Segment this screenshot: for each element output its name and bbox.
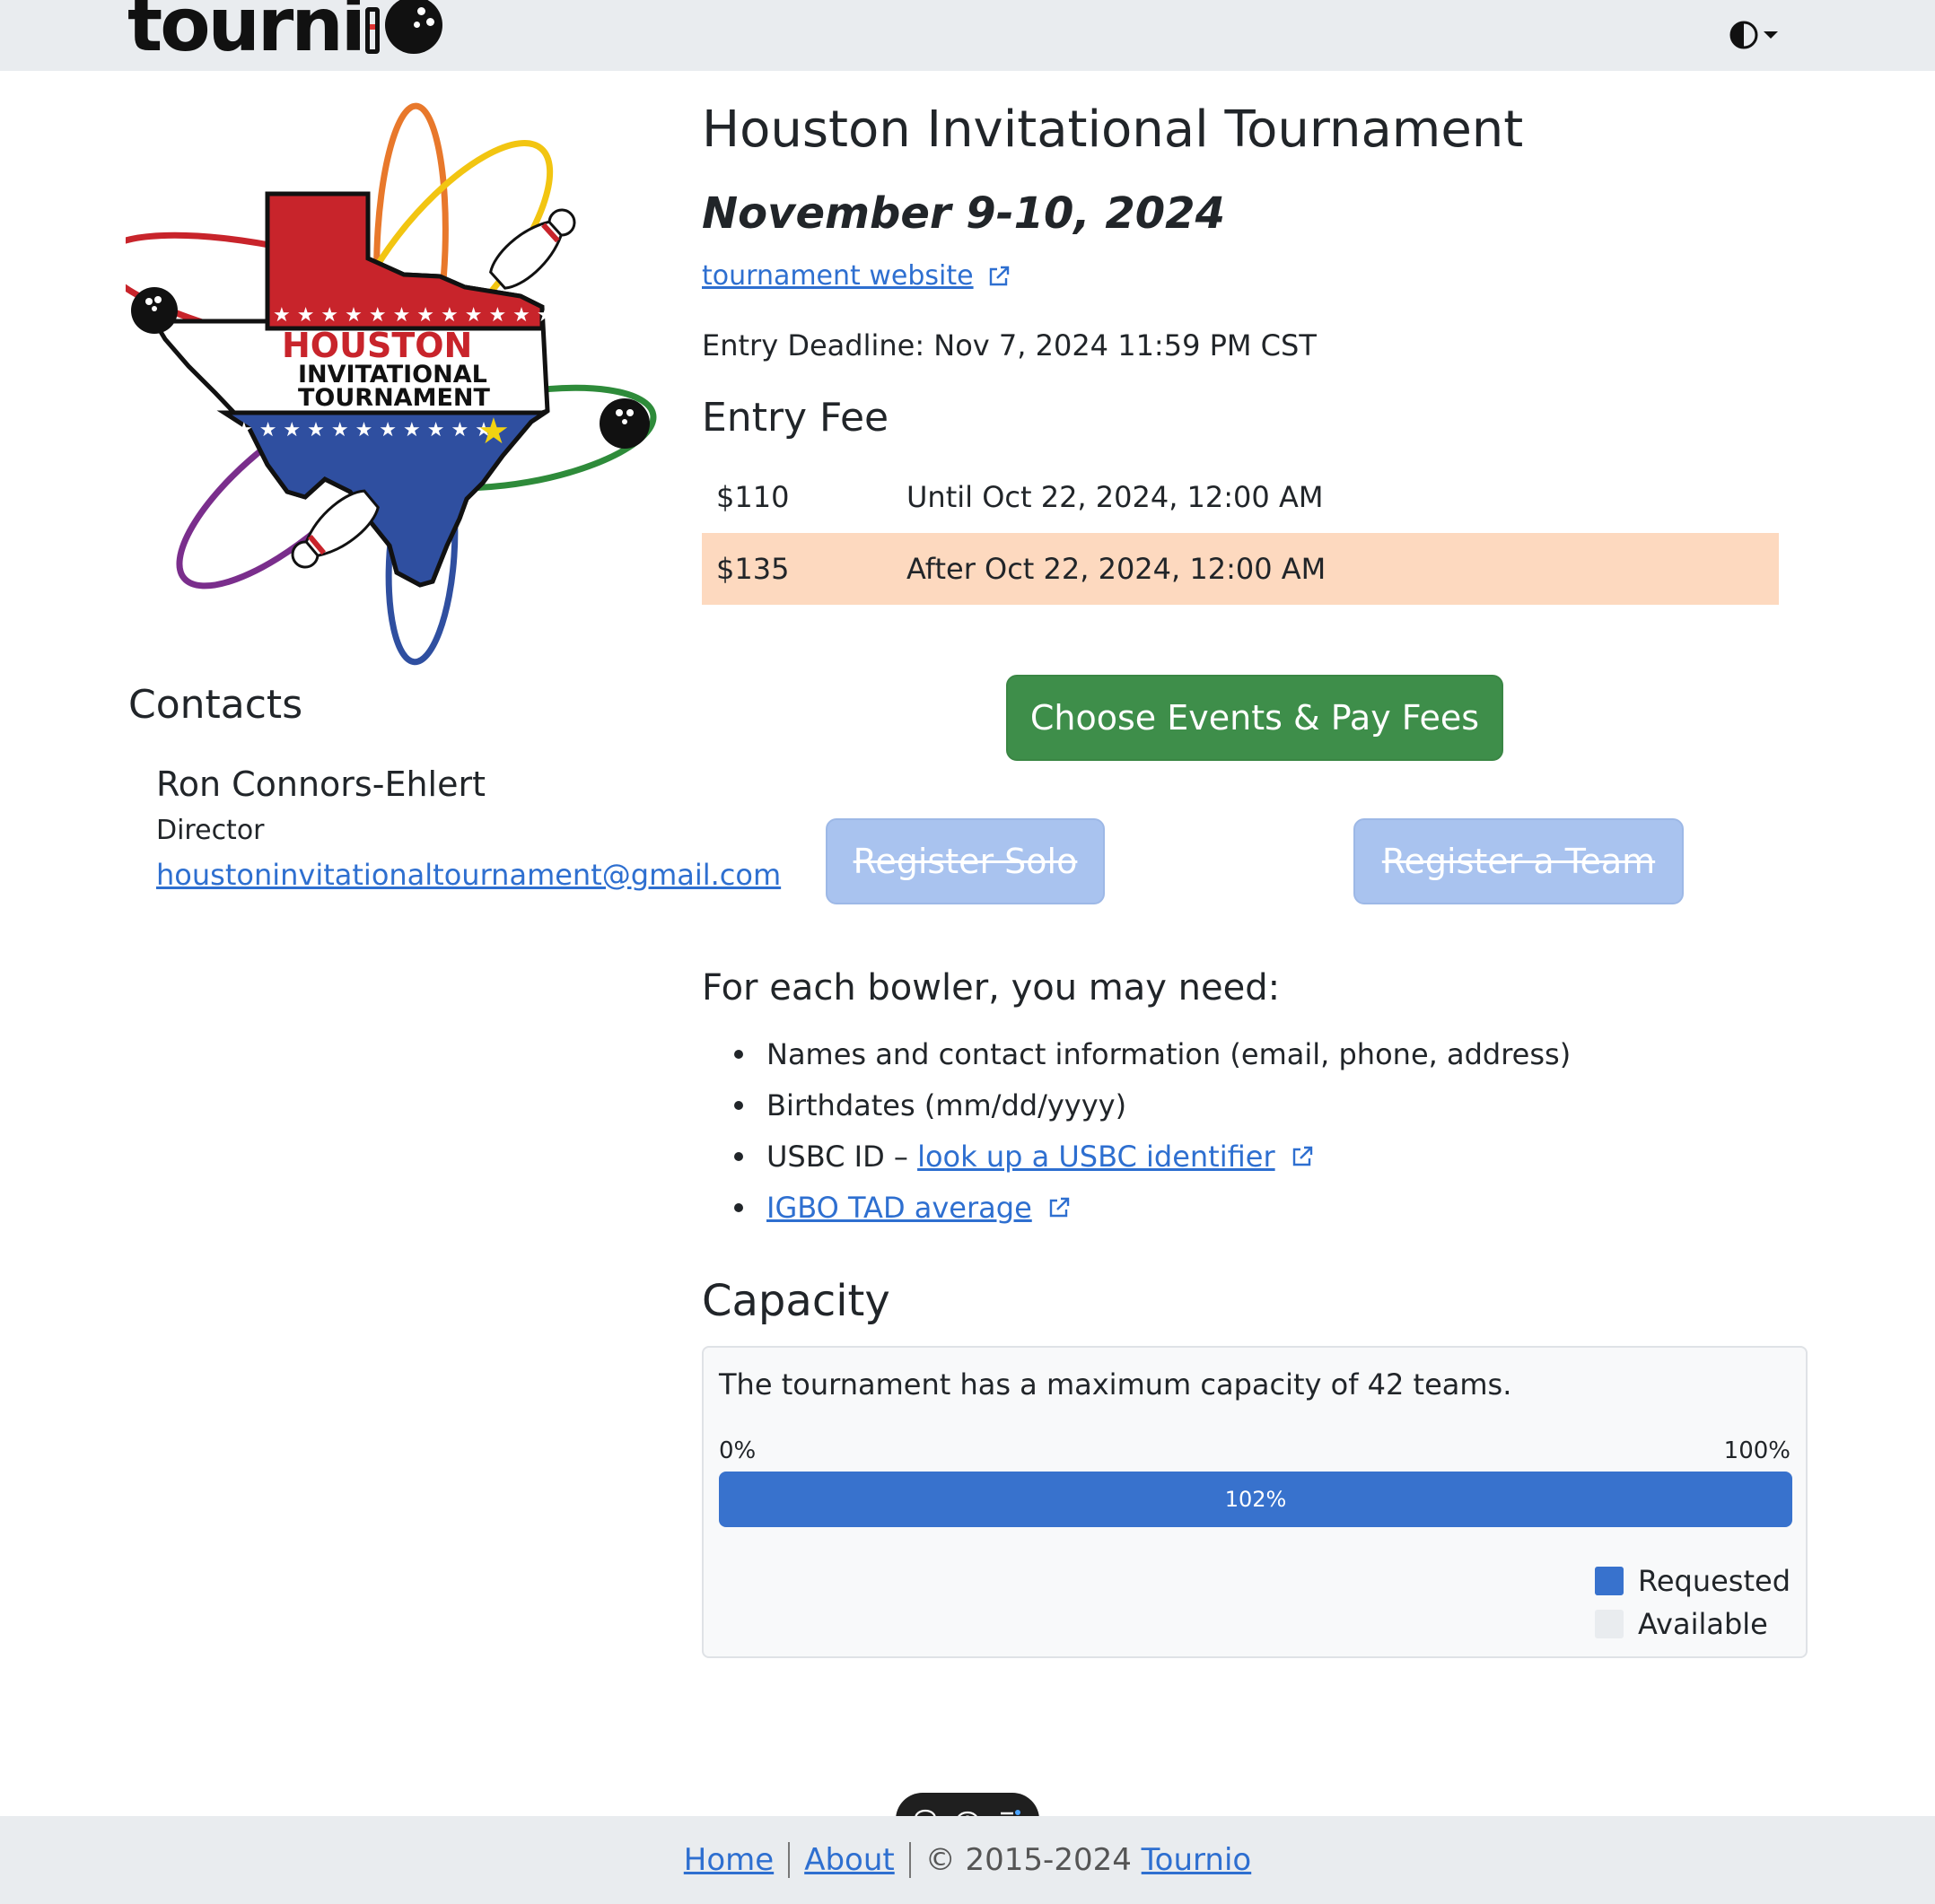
caret-down-icon bbox=[1764, 31, 1778, 39]
brand-wordmark: tourni bbox=[127, 0, 366, 68]
contacts-heading: Contacts bbox=[128, 682, 303, 728]
requirement-text: USBC ID – bbox=[766, 1140, 918, 1174]
bowling-ball-icon bbox=[600, 398, 650, 449]
requirement-text: Names and contact information (email, ph… bbox=[766, 1037, 1572, 1071]
fee-amount: $110 bbox=[716, 480, 790, 514]
list-item: Names and contact information (email, ph… bbox=[702, 1037, 1571, 1071]
capacity-progress-fill: 102% bbox=[719, 1472, 1792, 1527]
footer-divider bbox=[908, 1842, 911, 1878]
capacity-description: The tournament has a maximum capacity of… bbox=[719, 1367, 1512, 1402]
top-navbar: tourni bbox=[0, 0, 1935, 71]
contact-email-link[interactable]: houstoninvitationaltournament@gmail.com bbox=[156, 858, 781, 892]
footer-about-link[interactable]: About bbox=[804, 1842, 895, 1878]
tournament-logo: ★ ★ ★ ★ ★ ★ ★ ★ ★ ★ ★ ★ ★ ★ ★ ★ ★ ★ ★ ★ … bbox=[126, 102, 657, 666]
tournament-website: tournament website bbox=[702, 260, 1011, 292]
bowling-pin-icon bbox=[291, 489, 380, 569]
capacity-progress-bar: 102% bbox=[719, 1472, 1792, 1527]
external-link-icon bbox=[989, 266, 1009, 285]
legend-swatch bbox=[1595, 1610, 1624, 1638]
logo-word-houston: HOUSTON bbox=[282, 326, 472, 365]
bowling-ball-icon bbox=[384, 0, 442, 54]
theme-toggle-button[interactable] bbox=[1729, 20, 1779, 50]
fee-window: After Oct 22, 2024, 12:00 AM bbox=[906, 552, 1326, 586]
choose-events-pay-fees-button[interactable]: Choose Events & Pay Fees bbox=[1006, 675, 1503, 761]
svg-text:★ ★ ★ ★ ★ ★ ★ ★ ★ ★ ★ ★: ★ ★ ★ ★ ★ ★ ★ ★ ★ ★ ★ ★ bbox=[273, 304, 555, 327]
brand-logo-link[interactable]: tourni bbox=[127, 0, 442, 63]
external-link-icon bbox=[1049, 1197, 1069, 1218]
bowling-pin-icon bbox=[489, 208, 576, 290]
page-footer: Home About © 2015-2024 Tournio bbox=[0, 1816, 1935, 1904]
tournament-title: Houston Invitational Tournament bbox=[702, 100, 1524, 159]
svg-text:★: ★ bbox=[477, 411, 510, 452]
tournament-dates: November 9-10, 2024 bbox=[702, 188, 1225, 239]
bullet-icon bbox=[734, 1152, 743, 1161]
capacity-heading: Capacity bbox=[702, 1276, 890, 1326]
footer-copyright: © 2015-2024 bbox=[924, 1842, 1142, 1878]
list-item: IGBO TAD average bbox=[702, 1191, 1072, 1225]
fee-window: Until Oct 22, 2024, 12:00 AM bbox=[906, 480, 1324, 514]
legend-label: Available bbox=[1638, 1607, 1768, 1641]
register-solo-button: Register Solo bbox=[826, 818, 1105, 904]
fee-amount: $135 bbox=[716, 552, 790, 586]
footer-home-link[interactable]: Home bbox=[684, 1842, 774, 1878]
footer-divider bbox=[788, 1842, 791, 1878]
entry-fee-table: $110 Until Oct 22, 2024, 12:00 AM $135 A… bbox=[702, 461, 1779, 605]
capacity-card: The tournament has a maximum capacity of… bbox=[702, 1346, 1808, 1658]
register-team-button: Register a Team bbox=[1353, 818, 1684, 904]
bullet-icon bbox=[734, 1101, 743, 1110]
entry-deadline: Entry Deadline: Nov 7, 2024 11:59 PM CST bbox=[702, 328, 1317, 362]
capacity-min-label: 0% bbox=[719, 1437, 757, 1464]
half-circle-icon bbox=[1729, 21, 1758, 49]
list-item: USBC ID – look up a USBC identifier bbox=[702, 1140, 1315, 1174]
bullet-icon bbox=[734, 1203, 743, 1212]
bullet-icon bbox=[734, 1050, 743, 1059]
capacity-legend: Requested Available bbox=[1595, 1559, 1791, 1646]
footer-tournio-link[interactable]: Tournio bbox=[1142, 1842, 1252, 1878]
fee-row-late: $135 After Oct 22, 2024, 12:00 AM bbox=[702, 533, 1779, 605]
bowling-pin-icon bbox=[364, 7, 380, 54]
capacity-max-label: 100% bbox=[1723, 1437, 1791, 1464]
legend-label: Requested bbox=[1638, 1564, 1791, 1598]
logo-word-tournament: TOURNAMENT bbox=[298, 384, 490, 412]
entry-fee-heading: Entry Fee bbox=[702, 395, 889, 441]
contact-name: Ron Connors-Ehlert bbox=[156, 764, 486, 804]
requirements-heading: For each bowler, you may need: bbox=[702, 967, 1281, 1009]
legend-item-requested: Requested bbox=[1595, 1559, 1791, 1603]
fee-row-early: $110 Until Oct 22, 2024, 12:00 AM bbox=[702, 461, 1779, 533]
requirement-text: Birthdates (mm/dd/yyyy) bbox=[766, 1088, 1127, 1122]
bowling-ball-icon bbox=[131, 287, 178, 334]
legend-item-available: Available bbox=[1595, 1603, 1791, 1646]
contact-role: Director bbox=[156, 815, 265, 846]
usbc-lookup-link[interactable]: look up a USBC identifier bbox=[917, 1140, 1275, 1174]
legend-swatch bbox=[1595, 1567, 1624, 1595]
svg-text:★ ★ ★ ★ ★ ★ ★ ★ ★ ★ ★: ★ ★ ★ ★ ★ ★ ★ ★ ★ ★ ★ bbox=[235, 419, 493, 441]
tournament-website-link[interactable]: tournament website bbox=[702, 260, 974, 292]
external-link-icon bbox=[1292, 1146, 1312, 1166]
list-item: Birthdates (mm/dd/yyyy) bbox=[702, 1088, 1126, 1122]
igbo-tad-average-link[interactable]: IGBO TAD average bbox=[766, 1191, 1032, 1225]
